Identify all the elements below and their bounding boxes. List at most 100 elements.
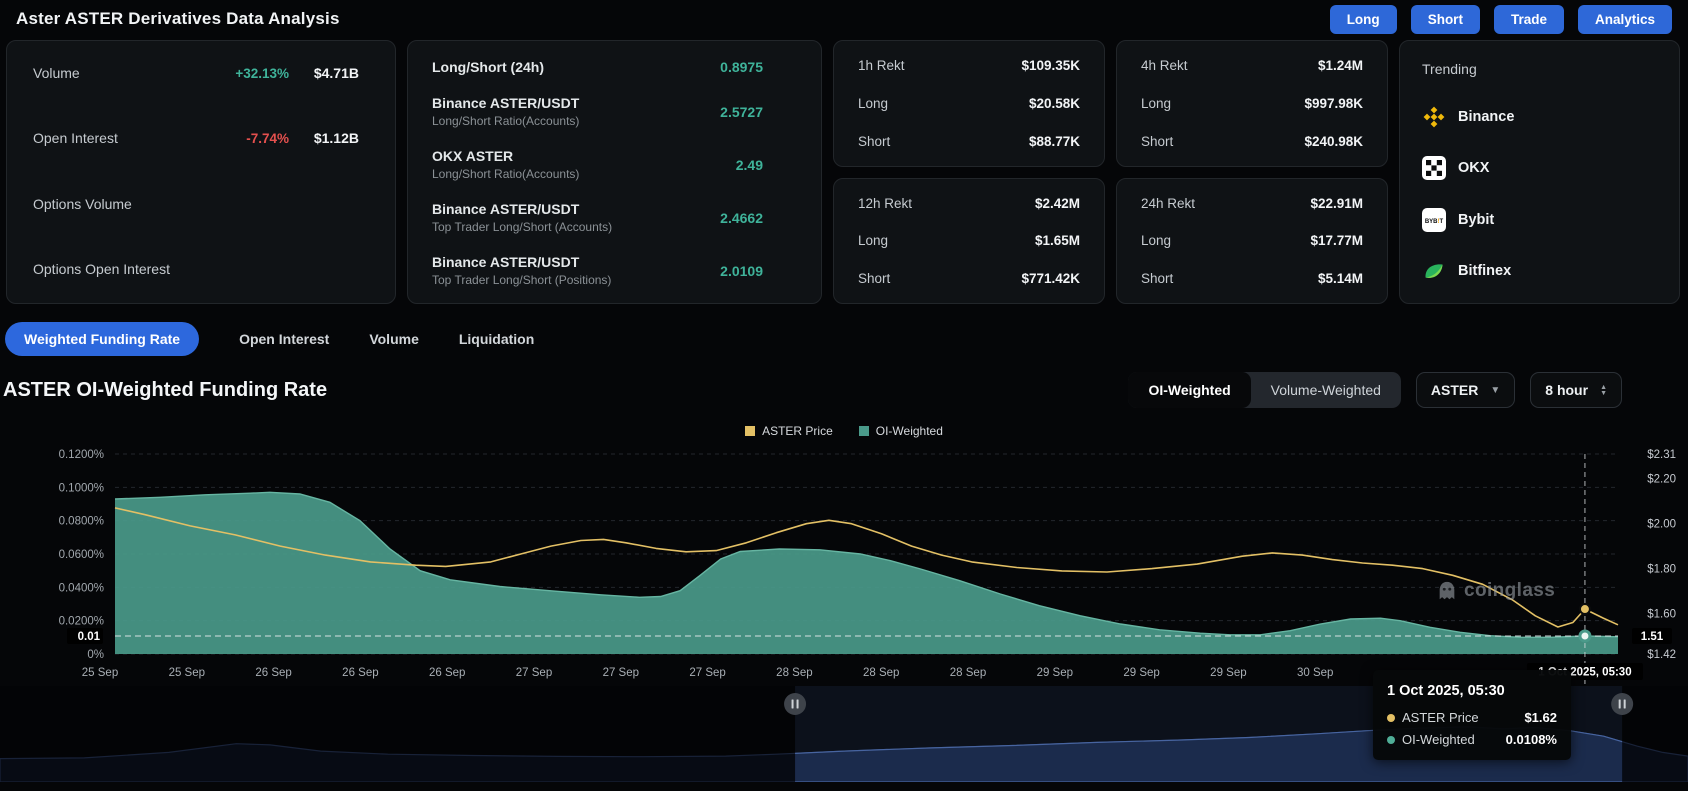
x-axis-label: 25 Sep <box>82 667 118 679</box>
tab-liquidation[interactable]: Liquidation <box>459 331 534 347</box>
rekt-short-value: $240.98K <box>1304 134 1363 149</box>
short-button[interactable]: Short <box>1411 5 1480 34</box>
chart-section-header: ASTER OI-Weighted Funding Rate OI-Weight… <box>0 356 1688 408</box>
legend-item-oi-weighted[interactable]: OI-Weighted <box>859 424 943 438</box>
chart-tabs: Weighted Funding Rate Open Interest Volu… <box>0 304 1688 356</box>
tooltip-value: $1.62 <box>1524 710 1557 725</box>
tab-open-interest[interactable]: Open Interest <box>239 331 329 347</box>
oi-marker-dot <box>1580 631 1590 641</box>
x-axis-label: 29 Sep <box>1123 667 1159 679</box>
rekt-short-label: Short <box>1141 271 1173 286</box>
trending-item-bybit[interactable]: BYB!T Bybit <box>1422 208 1657 232</box>
rekt-period: 4h Rekt <box>1141 58 1188 73</box>
symbol-select[interactable]: ASTER ▼ <box>1416 372 1515 408</box>
price-marker-dot <box>1580 604 1590 614</box>
stat-value: $4.71B <box>289 65 359 81</box>
navigator-mask-left <box>0 686 795 782</box>
trending-item-okx[interactable]: OKX <box>1422 156 1657 180</box>
ratio-row: OKX ASTER Long/Short Ratio(Accounts) 2.4… <box>432 148 763 181</box>
tooltip-date: 1 Oct 2025, 05:30 <box>1387 683 1557 699</box>
stat-label: Options Volume <box>33 196 209 212</box>
rekt-period: 12h Rekt <box>858 196 912 211</box>
svg-text:BYB!T: BYB!T <box>1425 219 1444 225</box>
x-axis-label: 27 Sep <box>603 667 639 679</box>
ratio-value: 0.8975 <box>720 59 763 75</box>
x-axis-label: 26 Sep <box>255 667 291 679</box>
trending-item-bitfinex[interactable]: Bitfinex <box>1422 259 1657 283</box>
ratio-value: 2.0109 <box>720 263 763 279</box>
rekt-long-value: $17.77M <box>1310 233 1363 248</box>
tab-weighted-funding-rate[interactable]: Weighted Funding Rate <box>5 322 199 356</box>
interval-select[interactable]: 8 hour ▲▼ <box>1530 372 1622 408</box>
main-plot[interactable]: 0.1200%0.1000%0.0800%0.0600%0.0400%0.020… <box>0 442 1688 686</box>
y-axis-left-label: 0.1200% <box>59 449 104 461</box>
up-down-chevrons-icon: ▲▼ <box>1600 385 1607 396</box>
y-axis-right-label: $2.00 <box>1647 519 1676 531</box>
toggle-oi-weighted[interactable]: OI-Weighted <box>1128 372 1250 408</box>
tooltip-dot-oi <box>1387 736 1395 744</box>
x-axis-label: 28 Sep <box>863 667 899 679</box>
stats-cards-row: Volume +32.13% $4.71B Open Interest -7.7… <box>0 36 1688 304</box>
y-axis-left-label: 0.1000% <box>59 482 104 494</box>
tooltip-dot-price <box>1387 714 1395 722</box>
rekt-long-value: $20.58K <box>1029 96 1080 111</box>
x-axis-label: 27 Sep <box>516 667 552 679</box>
analytics-button[interactable]: Analytics <box>1578 5 1672 34</box>
rekt-long-value: $1.65M <box>1035 233 1080 248</box>
rekt-card-1h: 1h Rekt$109.35K Long$20.58K Short$88.77K <box>833 40 1105 167</box>
rekt-long-value: $997.98K <box>1304 96 1363 111</box>
tooltip-label: OI-Weighted <box>1402 732 1506 747</box>
funding-rate-chart: ASTER Price OI-Weighted 0.1200% 0.1000% 0.… <box>0 420 1688 782</box>
trending-title: Trending <box>1422 61 1657 77</box>
rekt-card-12h: 12h Rekt$2.42M Long$1.65M Short$771.42K <box>833 178 1105 305</box>
header-actions: Long Short Trade Analytics <box>1330 5 1672 34</box>
tooltip-label: ASTER Price <box>1402 710 1524 725</box>
rekt-card-4h: 4h Rekt$1.24M Long$997.98K Short$240.98K <box>1116 40 1388 167</box>
rekt-short-label: Short <box>858 134 890 149</box>
okx-icon <box>1422 156 1446 180</box>
trending-item-binance[interactable]: Binance <box>1422 105 1657 129</box>
rekt-card-24h: 24h Rekt$22.91M Long$17.77M Short$5.14M <box>1116 178 1388 305</box>
rekt-total: $109.35K <box>1021 58 1080 73</box>
y-axis-right-label: $2.20 <box>1647 474 1676 486</box>
toggle-volume-weighted[interactable]: Volume-Weighted <box>1251 372 1401 408</box>
exchange-name: Binance <box>1458 109 1514 125</box>
ratio-title: OKX ASTER <box>432 148 736 164</box>
ratio-row: Binance ASTER/USDT Top Trader Long/Short… <box>432 254 763 287</box>
rekt-short-label: Short <box>858 271 890 286</box>
ratio-row: Binance ASTER/USDT Top Trader Long/Short… <box>432 201 763 234</box>
navigator-handle-left[interactable] <box>784 693 806 715</box>
stat-row-volume: Volume +32.13% $4.71B <box>33 65 359 81</box>
ratio-row: Long/Short (24h) 0.8975 <box>432 59 763 75</box>
legend-swatch-price <box>745 426 755 436</box>
ratio-title: Binance ASTER/USDT <box>432 95 720 111</box>
tooltip-row: OI-Weighted 0.0108% <box>1387 732 1557 747</box>
weight-toggle: OI-Weighted Volume-Weighted <box>1128 372 1400 408</box>
y-axis-left-label: 0.0400% <box>59 582 104 594</box>
page-title: Aster ASTER Derivatives Data Analysis <box>16 9 340 29</box>
x-axis-label: 28 Sep <box>776 667 812 679</box>
y-axis-right-label: $1.42 <box>1647 649 1676 661</box>
ratio-value: 2.49 <box>736 157 763 173</box>
tab-volume[interactable]: Volume <box>369 331 419 347</box>
x-axis-label: 30 Sep <box>1297 667 1333 679</box>
tooltip-value: 0.0108% <box>1506 732 1557 747</box>
right-crosshair-badge-text: 1.51 <box>1641 631 1664 643</box>
x-axis-label: 29 Sep <box>1210 667 1246 679</box>
legend-label: ASTER Price <box>762 424 833 438</box>
rekt-short-value: $88.77K <box>1029 134 1080 149</box>
trade-button[interactable]: Trade <box>1494 5 1564 34</box>
trending-card: Trending Binance OKX <box>1399 40 1680 304</box>
chart-title: ASTER OI-Weighted Funding Rate <box>3 379 327 402</box>
legend-label: OI-Weighted <box>876 424 943 438</box>
rekt-period: 1h Rekt <box>858 58 905 73</box>
legend-item-price[interactable]: ASTER Price <box>745 424 833 438</box>
tooltip-row: ASTER Price $1.62 <box>1387 710 1557 725</box>
long-button[interactable]: Long <box>1330 5 1397 34</box>
y-axis-left-label: 0.0600% <box>59 549 104 561</box>
navigator-handle-right[interactable] <box>1611 693 1633 715</box>
stat-change: -7.74% <box>209 131 289 146</box>
ratio-title: Long/Short (24h) <box>432 59 720 75</box>
legend-swatch-oi <box>859 426 869 436</box>
top-bar: Aster ASTER Derivatives Data Analysis Lo… <box>0 0 1688 36</box>
